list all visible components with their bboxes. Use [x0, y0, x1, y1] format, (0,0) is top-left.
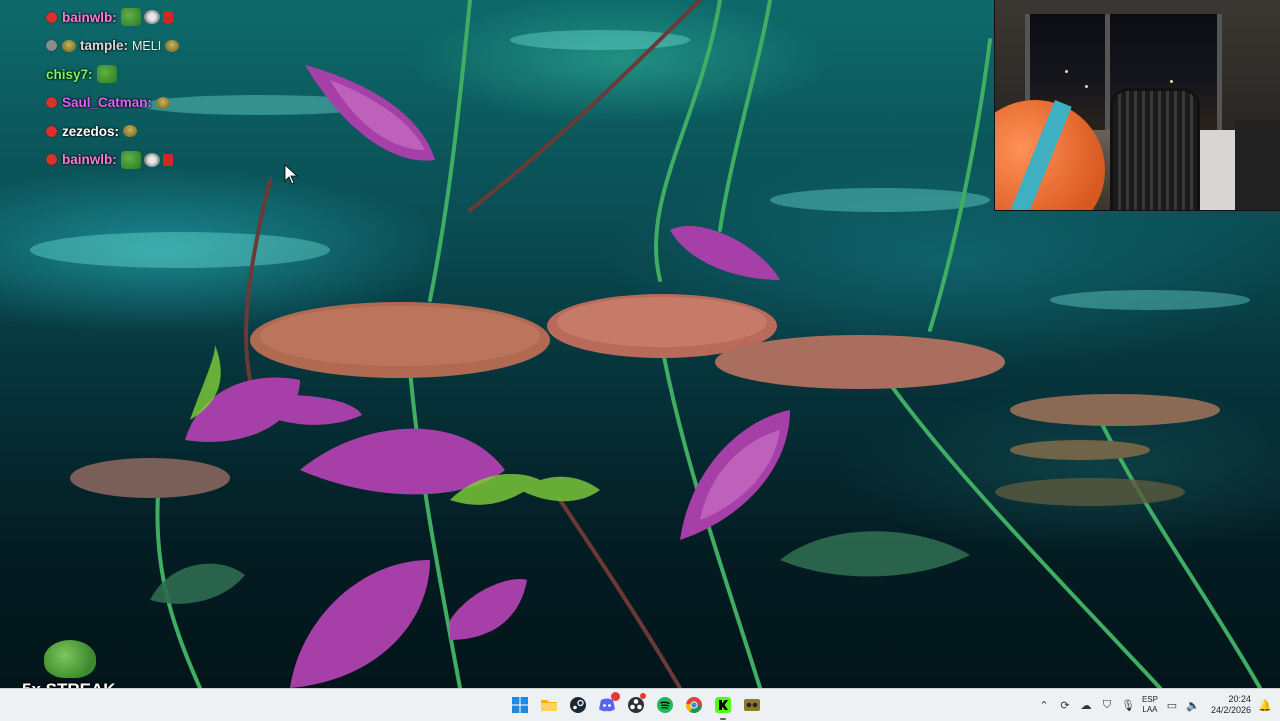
subscriber-badge-icon: [46, 11, 57, 23]
stream-chat-overlay: bainwlb: tample: MELI chisy7: Saul_Catma…: [46, 6, 286, 178]
language-indicator[interactable]: ESP LAA: [1142, 695, 1158, 715]
face-emote-icon: [143, 10, 160, 24]
subscriber-badge-icon: [46, 97, 57, 109]
shield-icon[interactable]: ⛉: [1100, 698, 1114, 712]
webcam-overlay: [994, 0, 1280, 211]
steam-icon: [570, 697, 586, 713]
frog-emote-icon: [120, 150, 141, 169]
kick-icon: [715, 697, 731, 713]
chat-message: bainwlb:: [46, 149, 286, 171]
cloud-icon[interactable]: ☁: [1079, 698, 1093, 712]
red-emote-icon: [162, 11, 173, 23]
file-explorer-button[interactable]: [537, 693, 561, 717]
chevron-up-icon[interactable]: ⌃: [1037, 698, 1051, 712]
microphone-icon[interactable]: 🎙: [1121, 698, 1135, 712]
chat-message: bainwlb:: [46, 6, 286, 28]
face-emote-icon: [143, 152, 160, 167]
subscriber-badge-icon: [46, 154, 57, 166]
keyboard-layout: LAA: [1142, 705, 1158, 714]
small-emote-icon: [62, 39, 76, 52]
small-emote-icon: [123, 125, 138, 138]
chat-message: zezedos:: [46, 120, 286, 142]
kick-button[interactable]: [711, 693, 735, 720]
volume-icon[interactable]: 🔈: [1186, 698, 1200, 712]
chrome-button[interactable]: [682, 693, 706, 717]
frog-emote-icon: [120, 8, 141, 26]
notification-bell-icon[interactable]: 🔔: [1258, 698, 1272, 712]
spotify-icon: [657, 697, 673, 713]
windows-start-button[interactable]: [508, 693, 532, 717]
network-icon[interactable]: ▭: [1165, 698, 1179, 712]
small-emote-icon: [156, 96, 171, 109]
recording-dot-icon: [640, 693, 646, 699]
chrome-icon: [685, 697, 702, 713]
sync-icon[interactable]: ⟳: [1058, 698, 1072, 712]
clock[interactable]: 20:24 24/2/2026: [1211, 694, 1251, 716]
folder-icon: [541, 700, 557, 711]
red-emote-icon: [162, 153, 173, 166]
game-button[interactable]: [740, 693, 764, 717]
notification-badge-icon: [611, 692, 620, 701]
chat-text: MELI: [132, 38, 162, 53]
gaming-chair: [1110, 88, 1200, 210]
windows-icon: [512, 697, 528, 713]
small-emote-icon: [165, 39, 180, 52]
streak-widget: 5x STREAK: [0, 640, 160, 699]
steam-button[interactable]: [566, 693, 590, 717]
frog-icon: [44, 640, 96, 678]
game-icon: [744, 699, 760, 711]
frog-emote-icon: [96, 65, 117, 84]
system-tray: ⌃ ⟳ ☁ ⛉ 🎙 ESP LAA ▭ 🔈 20:24 24/2/2026 🔔: [1037, 689, 1272, 721]
clock-date: 24/2/2026: [1210, 705, 1251, 715]
taskbar: ⌃ ⟳ ☁ ⛉ 🎙 ESP LAA ▭ 🔈 20:24 24/2/2026 🔔: [0, 688, 1280, 721]
chat-username: bainwlb:: [62, 152, 117, 168]
discord-button[interactable]: [595, 692, 620, 717]
chat-username: zezedos:: [62, 123, 120, 139]
chat-username: chisy7:: [46, 66, 93, 82]
chat-username: tample:: [80, 38, 129, 54]
clock-time: 20:24: [1228, 694, 1251, 704]
chat-username: Saul_Catman:: [62, 95, 153, 111]
subscriber-badge-icon: [46, 125, 57, 137]
spotify-button[interactable]: [653, 693, 677, 717]
chat-username: bainwlb:: [62, 9, 117, 25]
moderator-badge-icon: [46, 40, 57, 52]
obs-button[interactable]: [624, 693, 648, 717]
mouse-cursor: [284, 164, 299, 185]
taskbar-apps: [508, 689, 764, 721]
chat-message: tample: MELI: [46, 35, 286, 57]
chat-message: chisy7:: [46, 63, 286, 85]
chat-message: Saul_Catman:: [46, 92, 286, 114]
language-code: ESP: [1141, 695, 1158, 704]
